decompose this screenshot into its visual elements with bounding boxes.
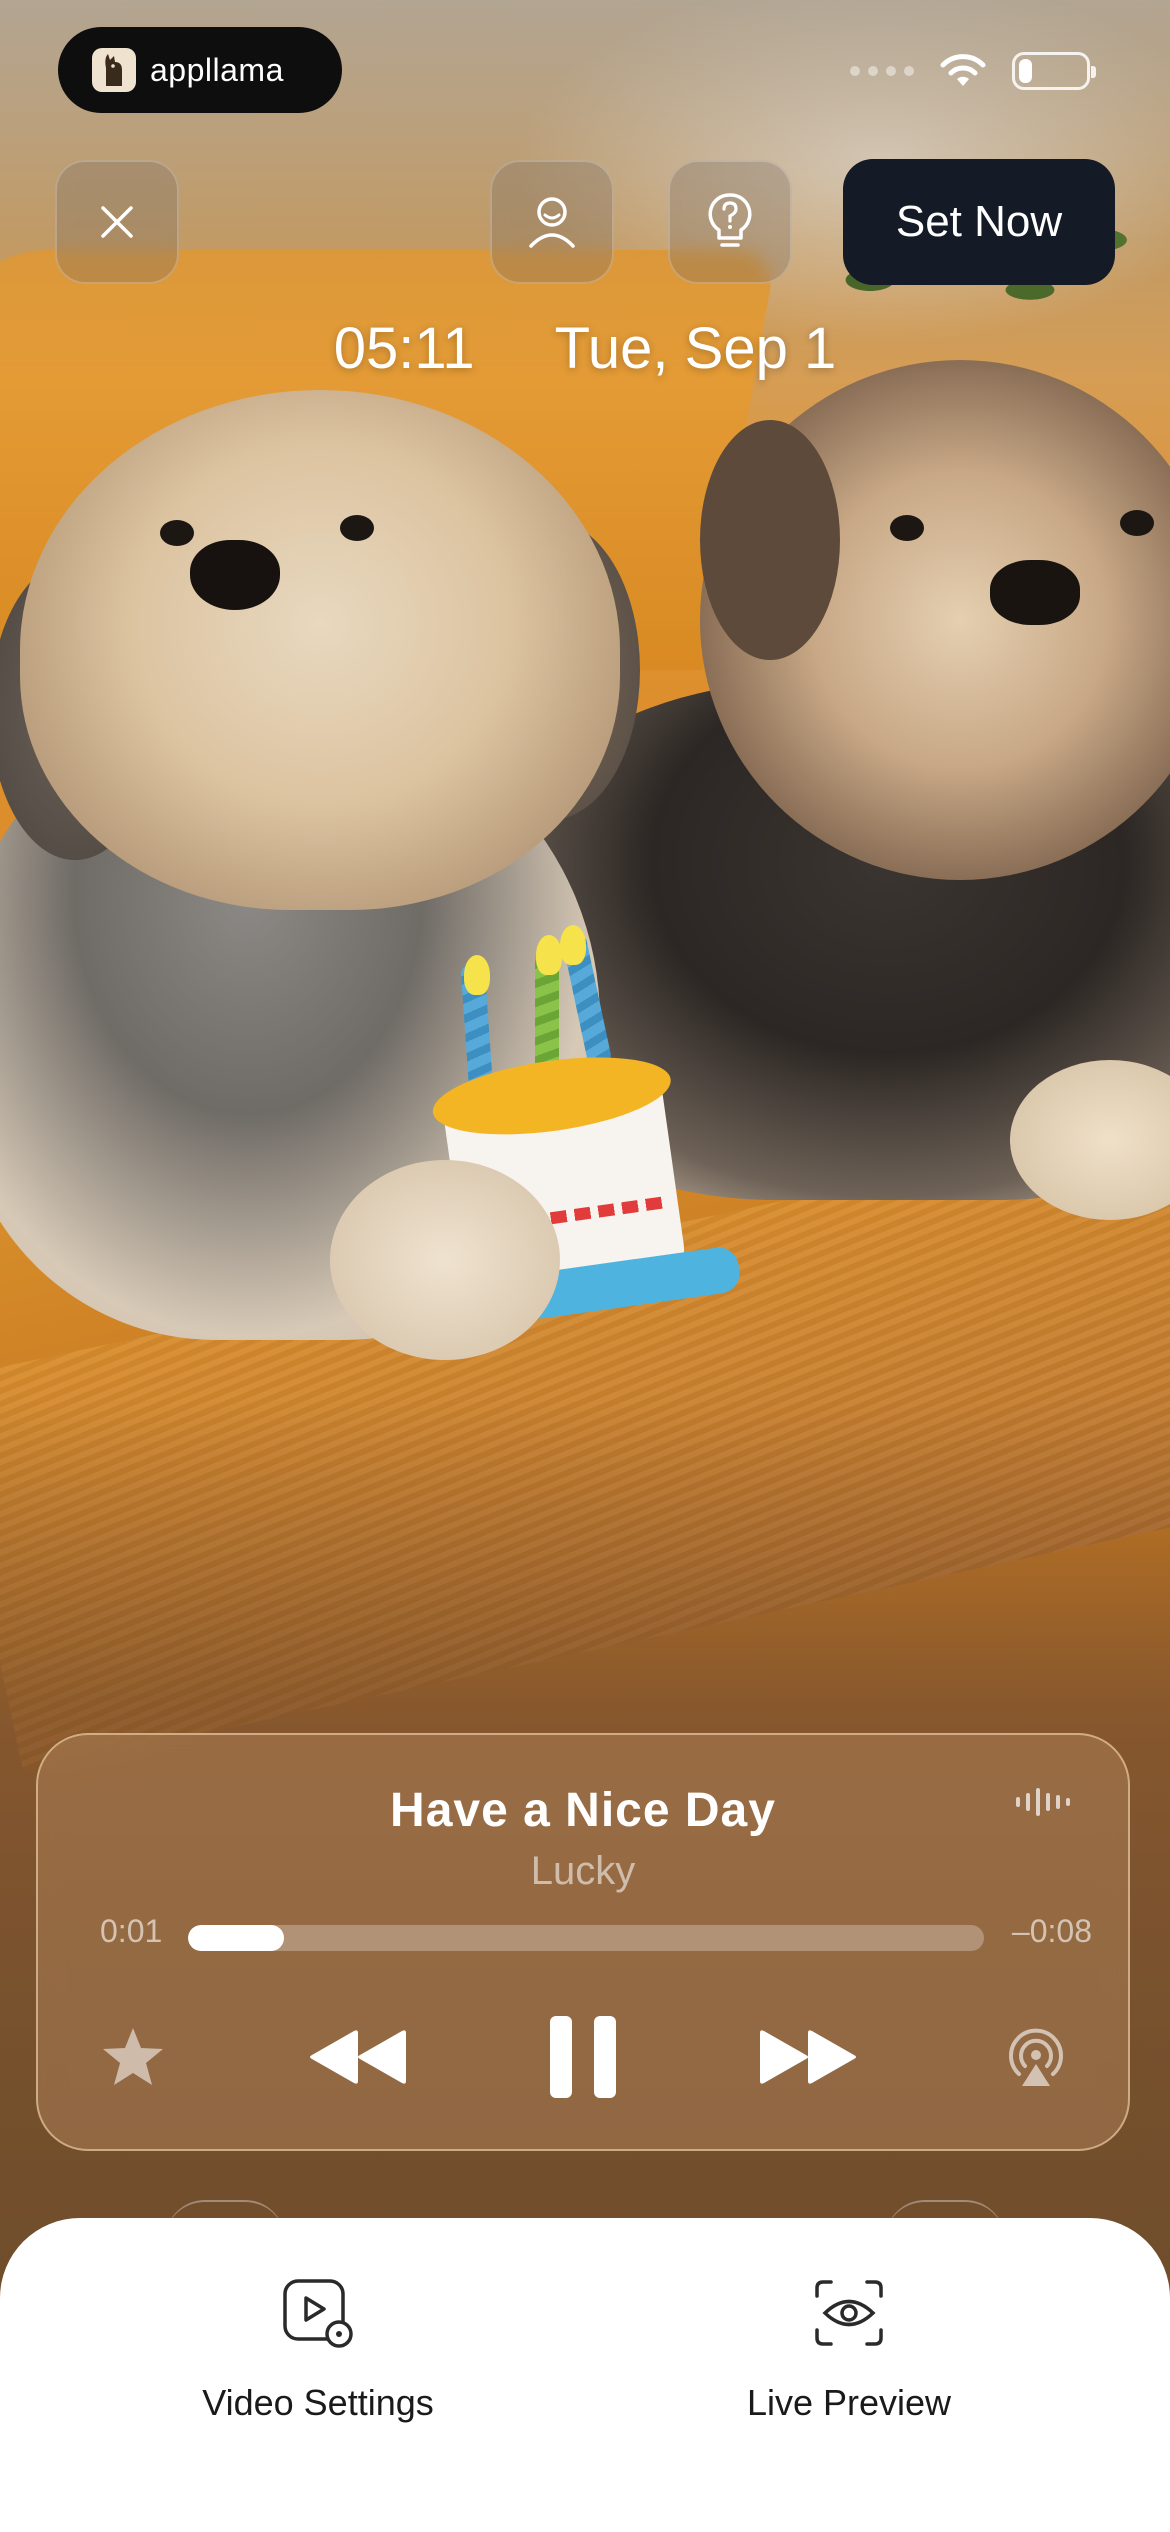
profile-button[interactable] <box>490 160 614 284</box>
clock-date: Tue, Sep 1 <box>554 316 837 381</box>
airplay-icon <box>1009 2028 1063 2086</box>
track-artist: Lucky <box>530 1849 636 1893</box>
time-remaining: –0:08 <box>1011 1913 1092 1949</box>
star-icon <box>103 2028 163 2085</box>
track-title: Have a Nice Day <box>390 1784 776 1837</box>
waveform-icon[interactable] <box>1014 1787 1072 1817</box>
live-preview-label: Live Preview <box>746 2382 952 2423</box>
pause-icon <box>550 2016 616 2098</box>
now-playing-card: Have a Nice Day Lucky 0:01 –0:08 <box>36 1733 1130 2151</box>
status-indicators <box>850 52 1096 90</box>
video-settings-label: Video Settings <box>202 2382 434 2423</box>
playback-progress-bar[interactable] <box>188 1925 984 1951</box>
playback-controls <box>38 2007 1128 2107</box>
fast-forward-button[interactable] <box>743 2007 873 2107</box>
fast-forward-icon <box>760 2030 856 2084</box>
time-elapsed: 0:01 <box>100 1913 163 1949</box>
battery-level <box>1019 59 1032 83</box>
lock-screen-clock: 05:11 Tue, Sep 1 <box>0 315 1170 382</box>
live-preview-button[interactable]: Live Preview <box>669 2278 1029 2424</box>
video-settings-button[interactable]: Video Settings <box>138 2278 498 2424</box>
favorite-button[interactable] <box>93 2007 173 2107</box>
airplay-button[interactable] <box>996 2007 1076 2107</box>
clock-time: 05:11 <box>333 316 475 381</box>
signal-dots-icon <box>850 66 914 76</box>
rewind-icon <box>310 2030 406 2084</box>
live-preview-icon <box>815 2280 883 2346</box>
playback-progress-fill <box>188 1925 284 1951</box>
help-button[interactable] <box>668 160 792 284</box>
battery-icon <box>1012 52 1096 90</box>
video-settings-icon <box>283 2279 353 2348</box>
brand-pill: appllama <box>58 27 342 113</box>
set-now-button[interactable]: Set Now <box>843 159 1115 285</box>
close-button[interactable] <box>55 160 179 284</box>
rewind-button[interactable] <box>293 2007 423 2107</box>
pause-button[interactable] <box>533 2007 633 2107</box>
brand-name: appllama <box>150 51 284 88</box>
llama-logo-icon <box>92 48 136 92</box>
lightbulb-help-icon <box>708 193 752 247</box>
profile-icon <box>529 197 575 248</box>
wifi-icon <box>940 54 986 86</box>
close-icon <box>101 206 133 238</box>
bottom-action-sheet: Video Settings Live Preview <box>0 2218 1170 2532</box>
